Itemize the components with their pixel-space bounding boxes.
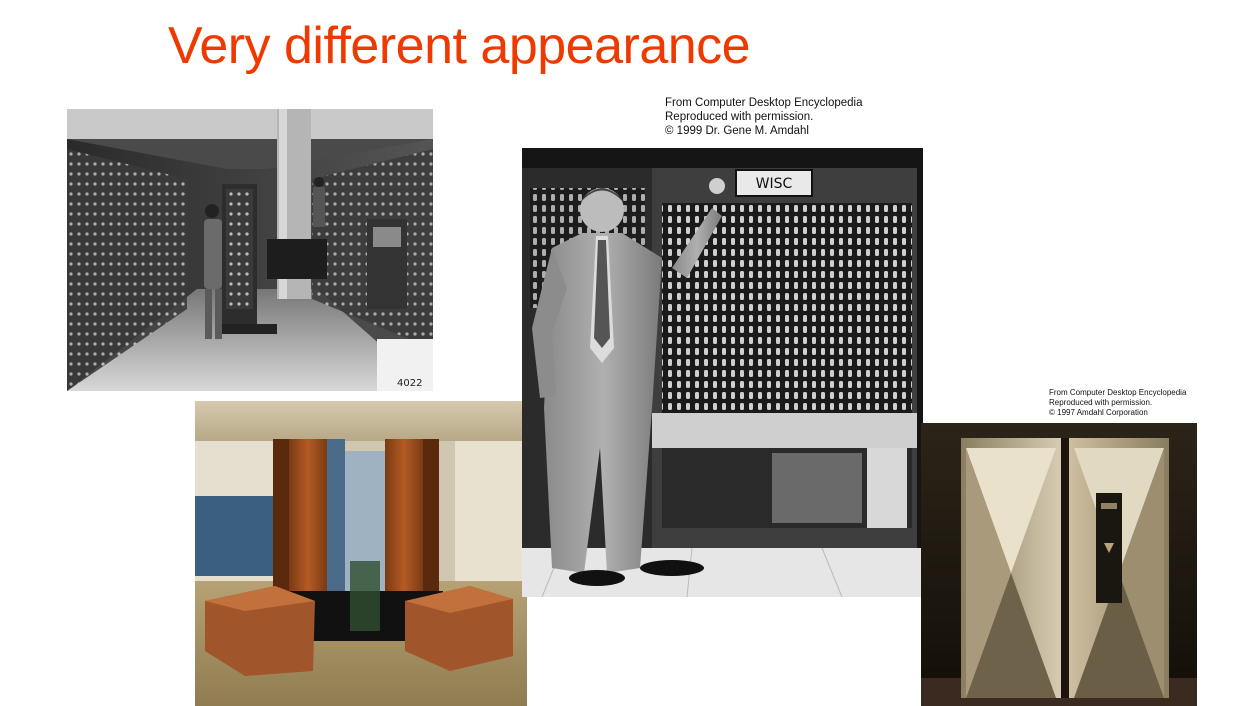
- slide-title: Very different appearance: [168, 17, 751, 75]
- credit-line: Reproduced with permission.: [1049, 398, 1153, 407]
- credit-line: © 1997 Amdahl Corporation: [1049, 408, 1148, 417]
- amdahl-photo: [921, 423, 1197, 706]
- wisc-photo: WISC: [522, 148, 923, 597]
- wisc-photo-credit: From Computer Desktop Encyclopedia Repro…: [665, 96, 863, 138]
- eniac-label-number: 4022: [397, 378, 422, 389]
- wisc-panel-label: WISC: [756, 176, 793, 192]
- credit-line: © 1999 Dr. Gene M. Amdahl: [665, 125, 809, 137]
- amdahl-photo-credit: From Computer Desktop Encyclopedia Repro…: [1049, 388, 1186, 418]
- credit-line: From Computer Desktop Encyclopedia: [665, 97, 863, 109]
- credit-line: From Computer Desktop Encyclopedia: [1049, 388, 1187, 397]
- cray-photo: [195, 401, 527, 706]
- eniac-photo: 4022: [67, 109, 433, 391]
- credit-line: Reproduced with permission.: [665, 111, 814, 123]
